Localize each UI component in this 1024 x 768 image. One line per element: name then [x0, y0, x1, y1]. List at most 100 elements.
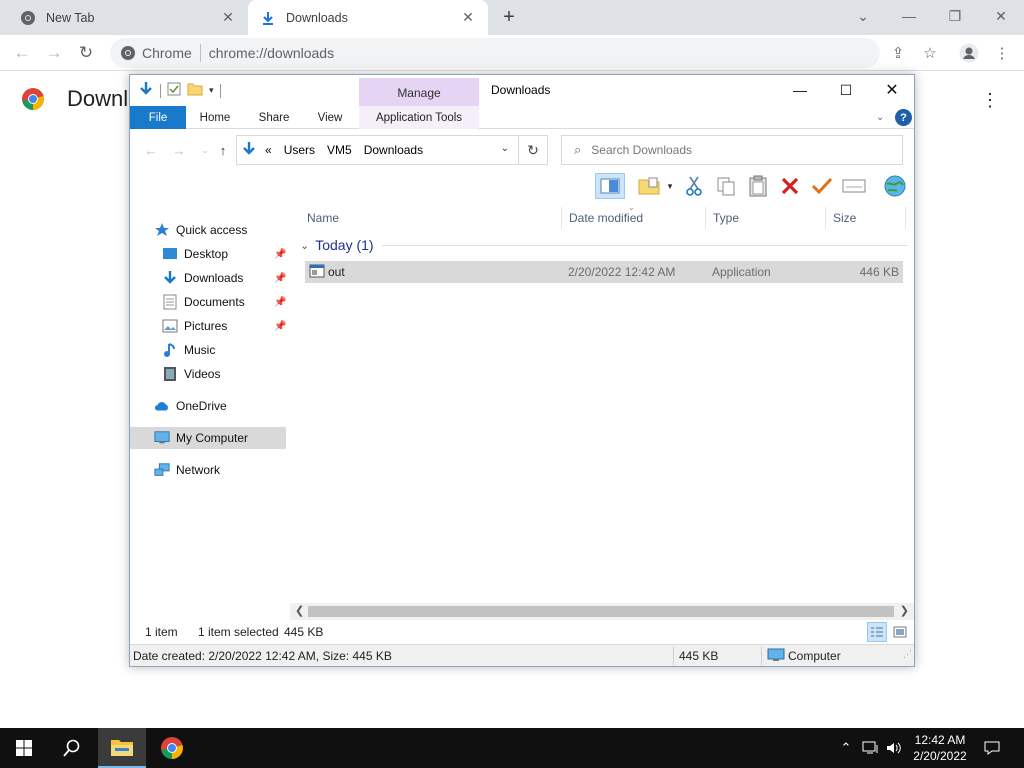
up-one-level-icon[interactable]: ↑ [214, 141, 232, 159]
address-bar[interactable]: « Users VM5 Downloads ⌄ [236, 135, 548, 165]
refresh-icon[interactable]: ↻ [518, 135, 548, 165]
pin-icon[interactable]: 📌 [274, 321, 286, 332]
qat-divider [160, 83, 161, 98]
horizontal-scrollbar[interactable]: ❮ ❯ [290, 603, 914, 620]
close-tab-icon[interactable]: ✕ [460, 9, 476, 26]
maximize-icon[interactable]: ☐ [823, 77, 869, 103]
expand-ribbon-icon[interactable]: ⌄ [876, 112, 884, 123]
breadcrumb-overflow[interactable]: « [265, 143, 272, 157]
more-actions-icon[interactable]: ⋮ [978, 88, 1002, 112]
column-name[interactable]: Name [300, 207, 562, 229]
nav-quick-access[interactable]: Quick access [154, 219, 290, 241]
nav-downloads[interactable]: Downloads 📌 [162, 267, 290, 289]
details-location: Computer [788, 649, 841, 663]
breadcrumb-users[interactable]: Users [284, 143, 315, 157]
tab-application-tools[interactable]: Application Tools [359, 106, 479, 129]
forward-icon[interactable]: → [41, 40, 67, 66]
network-icon [154, 462, 170, 478]
forward-icon[interactable]: → [170, 141, 188, 159]
close-tab-icon[interactable]: ✕ [220, 9, 236, 26]
column-type[interactable]: Type [706, 207, 826, 229]
breadcrumb-vm5[interactable]: VM5 [327, 143, 352, 157]
scroll-left-icon[interactable]: ❮ [295, 604, 304, 617]
recent-locations-icon[interactable]: ⌄ [196, 141, 214, 159]
tab-share[interactable]: Share [252, 106, 296, 129]
minimize-icon[interactable]: — [886, 0, 932, 32]
taskbar-chrome[interactable] [148, 728, 196, 768]
search-input[interactable]: ⌕ Search Downloads [561, 135, 903, 165]
cut-icon[interactable] [681, 173, 707, 199]
bookmark-star-icon[interactable]: ☆ [917, 40, 943, 66]
collapse-chevron-icon[interactable]: ⌄ [300, 239, 309, 252]
tab-view[interactable]: View [310, 106, 350, 129]
paste-icon[interactable] [745, 173, 771, 199]
search-icon: ⌕ [574, 142, 582, 157]
back-icon[interactable]: ← [9, 40, 35, 66]
tab-home[interactable]: Home [192, 106, 238, 129]
rename-check-icon[interactable] [809, 173, 835, 199]
preview-pane-icon[interactable] [595, 173, 625, 199]
nav-music[interactable]: Music [162, 339, 290, 361]
breadcrumb-downloads[interactable]: Downloads [364, 143, 423, 157]
details-view-icon[interactable] [867, 622, 887, 642]
tab-downloads[interactable]: Downloads ✕ [248, 0, 488, 35]
system-clock[interactable]: 12:42 AM 2/20/2022 [900, 732, 980, 764]
new-item-icon[interactable] [634, 173, 664, 199]
taskbar-search-button[interactable] [48, 728, 96, 768]
copy-icon[interactable] [713, 173, 739, 199]
globe-icon[interactable] [880, 173, 910, 199]
address-dropdown-icon[interactable]: ⌄ [501, 143, 509, 154]
properties-window-icon[interactable] [841, 173, 867, 199]
tab-file[interactable]: File [130, 106, 186, 129]
close-icon[interactable]: ✕ [869, 77, 915, 103]
back-icon[interactable]: ← [142, 141, 160, 159]
scroll-right-icon[interactable]: ❯ [900, 604, 909, 617]
nav-onedrive[interactable]: OneDrive [154, 395, 290, 417]
network-status-icon[interactable] [860, 728, 882, 768]
new-tab-button[interactable]: + [497, 5, 521, 29]
omnibox-chip: Chrome [142, 45, 192, 61]
show-hidden-icons-chevron-icon[interactable]: ⌃ [836, 728, 856, 768]
properties-icon[interactable] [167, 82, 181, 99]
chrome-menu-icon[interactable]: ⋮ [989, 40, 1015, 66]
new-folder-icon[interactable] [187, 82, 203, 99]
music-icon [162, 342, 178, 358]
share-icon[interactable]: ⇪ [885, 40, 911, 66]
column-size[interactable]: Size [826, 207, 906, 229]
nav-network[interactable]: Network [154, 459, 290, 481]
new-item-dropdown-icon[interactable]: ▾ [662, 173, 678, 199]
restore-icon[interactable]: ❐ [932, 0, 978, 32]
profile-avatar-icon[interactable] [956, 40, 982, 66]
pictures-icon [162, 318, 178, 334]
nav-label: Pictures [184, 319, 228, 333]
reload-icon[interactable]: ↻ [73, 40, 99, 66]
pin-icon[interactable]: 📌 [274, 249, 286, 260]
tab-new-tab[interactable]: New Tab ✕ [8, 0, 248, 35]
pin-icon[interactable]: 📌 [274, 297, 286, 308]
minimize-icon[interactable]: — [777, 77, 823, 103]
tab-search-icon[interactable]: ⌄ [840, 0, 886, 32]
nav-label: Videos [184, 367, 221, 381]
help-icon[interactable]: ? [895, 109, 912, 126]
nav-desktop[interactable]: Desktop 📌 [162, 243, 290, 265]
nav-pictures[interactable]: Pictures 📌 [162, 315, 290, 337]
omnibox[interactable]: Chrome chrome://downloads [110, 38, 880, 68]
taskbar-file-explorer[interactable] [98, 728, 146, 768]
file-row[interactable]: out 2/20/2022 12:42 AM Application 446 K… [305, 261, 903, 283]
group-header-today[interactable]: ⌄ Today (1) [300, 235, 908, 255]
nav-videos[interactable]: Videos [162, 363, 290, 385]
file-name: out [328, 265, 345, 279]
nav-documents[interactable]: Documents 📌 [162, 291, 290, 313]
start-button[interactable] [0, 728, 48, 768]
delete-icon[interactable] [777, 173, 803, 199]
resize-grip-icon[interactable]: ⋰ [903, 649, 912, 660]
notifications-icon[interactable] [980, 728, 1004, 768]
scrollbar-thumb[interactable] [308, 606, 894, 617]
large-icons-view-icon[interactable] [890, 622, 910, 642]
window-title: Downloads [491, 83, 551, 97]
nav-my-computer[interactable]: My Computer [130, 427, 286, 449]
pin-icon[interactable]: 📌 [274, 273, 286, 284]
qat-dropdown-icon[interactable]: ▾ [209, 85, 214, 96]
close-window-icon[interactable]: ✕ [978, 0, 1024, 32]
date-created-info: Date created: 2/20/2022 12:42 AM, Size: … [133, 649, 392, 663]
